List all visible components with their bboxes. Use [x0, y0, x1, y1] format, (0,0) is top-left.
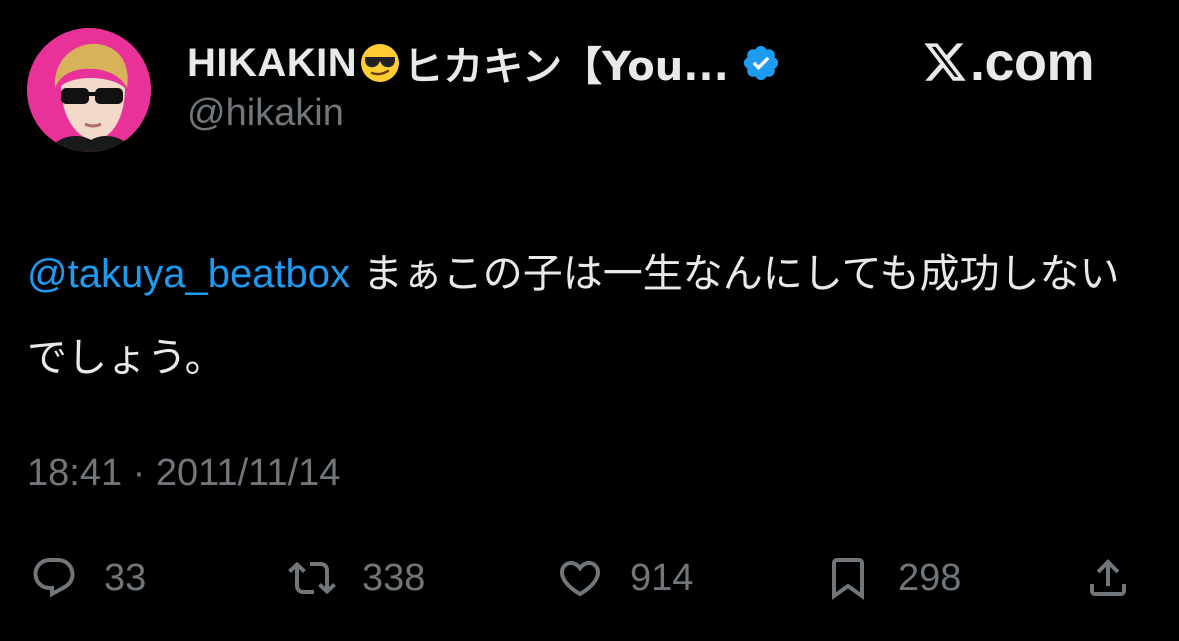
verified-badge-icon [743, 45, 778, 81]
retweet-button[interactable]: 338 [288, 548, 425, 608]
avatar-icon [27, 28, 151, 152]
like-count: 914 [630, 556, 694, 599]
author-display-name-rest[interactable]: ヒカキン【You... [403, 34, 729, 92]
sunglasses-emoji-icon [361, 44, 400, 82]
retweet-icon [288, 561, 336, 595]
x-domain-text: .com [970, 32, 1095, 92]
reply-icon [33, 558, 75, 598]
avatar[interactable] [27, 28, 151, 152]
tweet-timestamp[interactable]: 18:41 · 2011/11/14 [27, 452, 340, 495]
tweet-mention-link[interactable]: @takuya_beatbox [27, 252, 350, 296]
author-name-row[interactable]: HIKAKIN ヒカキン【You... [187, 38, 781, 90]
retweet-count: 338 [362, 556, 426, 599]
heart-icon [559, 561, 601, 597]
author-handle[interactable]: @hikakin [187, 92, 344, 135]
share-button[interactable] [1084, 548, 1132, 608]
tweet-text: @takuya_beatbox まぁこの子は一生なんにしても成功しないでしょう。 [27, 232, 1147, 400]
like-button[interactable]: 914 [556, 548, 693, 608]
bookmark-icon [832, 558, 864, 600]
bookmark-button[interactable]: 298 [824, 548, 961, 608]
reply-button[interactable]: 33 [30, 548, 146, 608]
action-bar: 33 338 914 298 [0, 548, 1179, 608]
bookmark-count: 298 [898, 556, 962, 599]
share-icon [1090, 559, 1126, 596]
x-logo-icon [924, 43, 966, 81]
reply-count: 33 [104, 556, 147, 599]
x-domain-logo: .com [922, 32, 1095, 92]
author-display-name[interactable]: HIKAKIN [187, 41, 357, 86]
